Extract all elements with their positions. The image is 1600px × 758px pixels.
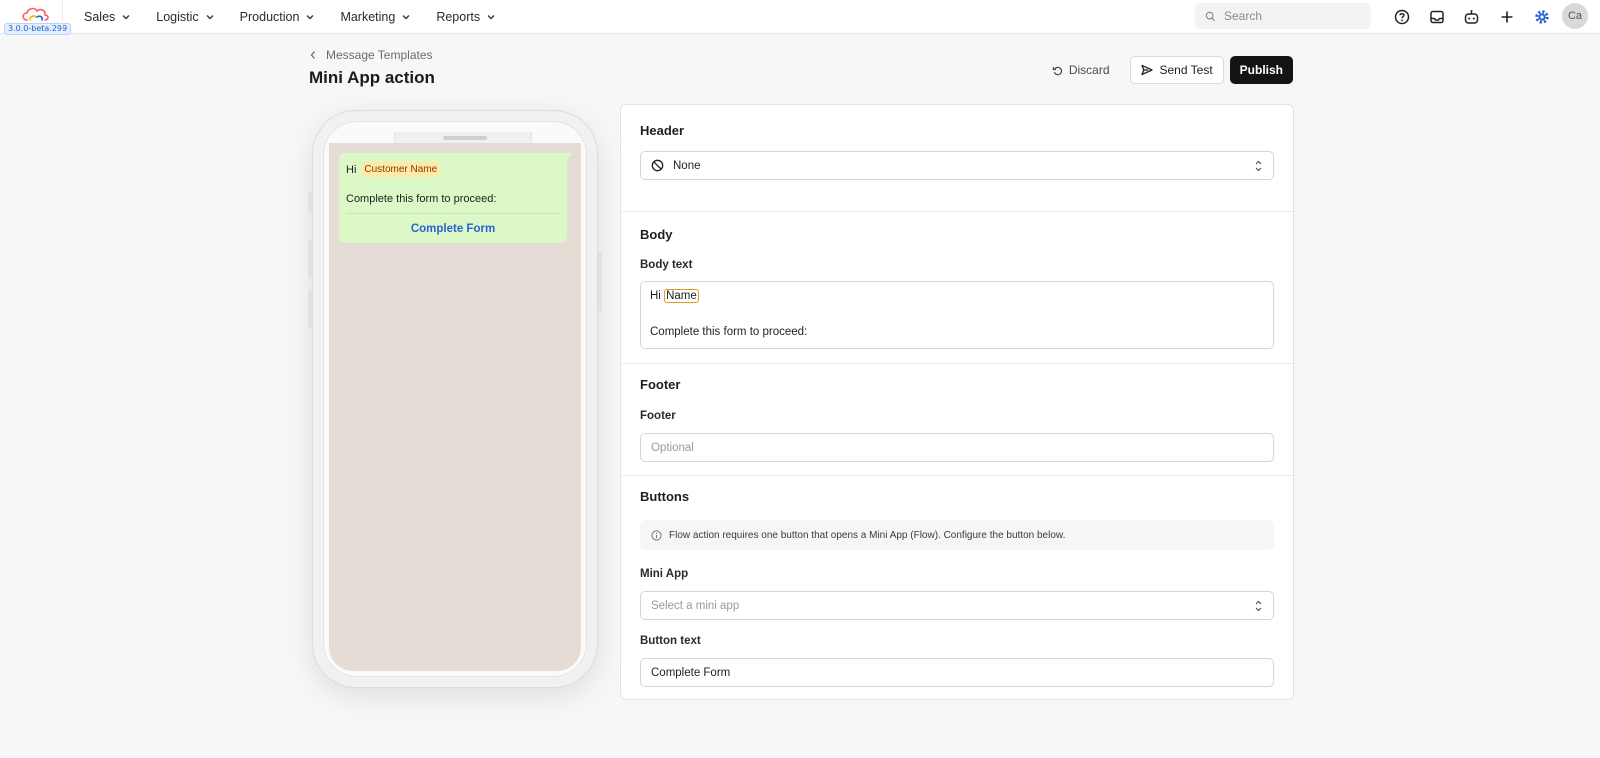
phone-button: [598, 251, 602, 311]
footer-placeholder: Optional: [651, 441, 694, 454]
info-callout: Flow action requires one button that ope…: [640, 520, 1274, 550]
chevron-down-icon: [487, 15, 495, 20]
message-bubble: Hi Customer Name Complete this form to p…: [339, 153, 573, 243]
divider: [621, 211, 1293, 212]
body-line-2: Complete this form to proceed:: [650, 326, 808, 338]
bubble-body: Complete this form to proceed:: [346, 193, 497, 205]
discard-label: Discard: [1068, 63, 1110, 77]
plus-icon: [1501, 11, 1512, 23]
send-test-button[interactable]: Send Test: [1129, 56, 1224, 84]
variable-chip: Customer Name: [362, 162, 440, 177]
body-greeting: Hi: [650, 290, 661, 302]
nav-label: Reports: [436, 10, 481, 24]
chevron-down-icon: [402, 15, 410, 20]
page-title: Mini App action: [309, 68, 435, 87]
mini-app-placeholder: Select a mini app: [651, 599, 740, 612]
nav-production[interactable]: Production: [240, 10, 316, 24]
header-section-title: Header: [640, 123, 685, 138]
body-line-1: Hi Name: [650, 289, 1264, 303]
info-text: Flow action requires one button that ope…: [669, 529, 1066, 541]
ban-icon: [651, 159, 664, 172]
bubble-tail: [563, 153, 573, 163]
button-text-label: Button text: [640, 635, 701, 647]
app-logo[interactable]: 3.0.0-beta.299: [4, 3, 72, 35]
cloud-logo-icon: [22, 7, 49, 21]
header-type-select[interactable]: None: [640, 151, 1274, 180]
search-icon: [1205, 11, 1216, 21]
top-bar: 3.0.0-beta.299 Sales Logistic Production…: [0, 0, 1600, 35]
breadcrumb-label: Message Templates: [326, 48, 433, 62]
body-variable-token[interactable]: Name: [664, 289, 699, 303]
button-text-value: Complete Form: [651, 666, 731, 679]
mini-app-label: Mini App: [640, 568, 689, 580]
nav-label: Logistic: [156, 10, 199, 24]
bubble-cta-button[interactable]: Complete Form: [346, 214, 560, 243]
nav-label: Production: [239, 10, 300, 24]
bot-icon: [1464, 10, 1479, 24]
divider: [621, 363, 1293, 364]
body-text-label: Body text: [640, 259, 693, 271]
button-text-input[interactable]: Complete Form: [640, 658, 1274, 687]
help-icon: [1394, 9, 1409, 25]
inbox-button[interactable]: [1419, 0, 1454, 34]
header-type-value: None: [673, 159, 701, 172]
settings-button[interactable]: [1524, 0, 1559, 34]
help-button[interactable]: [1384, 0, 1419, 34]
send-test-label: Send Test: [1159, 63, 1213, 77]
chevron-down-icon: [206, 15, 214, 20]
header-actions: Discard Send Test Publish: [1038, 56, 1293, 84]
footer-section-title: Footer: [640, 377, 681, 392]
send-icon: [1140, 64, 1153, 76]
body-section-title: Body: [640, 227, 673, 242]
mini-app-select[interactable]: Select a mini app: [640, 591, 1274, 620]
phone-button: [308, 191, 312, 213]
phone-speaker: [443, 136, 487, 140]
nav-label: Sales: [84, 10, 116, 24]
discard-button[interactable]: Discard: [1038, 56, 1124, 84]
search-input[interactable]: Search: [1195, 3, 1371, 29]
settings-icon: [1534, 10, 1549, 24]
nav-reports[interactable]: Reports: [436, 10, 496, 24]
bubble-greeting: Hi: [346, 163, 357, 176]
avatar[interactable]: Ca: [1562, 3, 1588, 29]
phone-preview: Hi Customer Name Complete this form to p…: [308, 110, 602, 688]
phone-button: [308, 289, 312, 329]
footer-input[interactable]: Optional: [640, 433, 1274, 462]
info-icon: [651, 529, 662, 541]
inbox-icon: [1429, 10, 1444, 24]
nav-label: Marketing: [340, 10, 396, 24]
top-icon-bar: [1384, 0, 1559, 34]
buttons-section-title: Buttons: [640, 489, 690, 504]
body-text-input[interactable]: Hi Name Complete this form to proceed:: [640, 281, 1274, 349]
divider: [62, 0, 63, 34]
nav-marketing[interactable]: Marketing: [340, 10, 411, 24]
chevron-up-down-icon: [1255, 600, 1262, 612]
main-nav: Sales Logistic Production Marketing Repo…: [84, 0, 521, 34]
nav-sales[interactable]: Sales: [84, 10, 131, 24]
breadcrumb[interactable]: Message Templates: [309, 48, 433, 62]
chevron-left-icon: [310, 51, 315, 59]
publish-button[interactable]: Publish: [1229, 56, 1293, 84]
search-placeholder: Search: [1224, 9, 1263, 23]
chat-screen: Hi Customer Name Complete this form to p…: [329, 143, 581, 671]
undo-icon: [1052, 66, 1062, 75]
phone-button: [308, 239, 312, 279]
add-button[interactable]: [1489, 0, 1524, 34]
chevron-up-down-icon: [1255, 160, 1262, 172]
chevron-down-icon: [122, 15, 130, 20]
footer-label: Footer: [640, 410, 676, 422]
chevron-down-icon: [306, 15, 314, 20]
divider: [621, 475, 1293, 476]
bubble-greeting-line: Hi Customer Name: [346, 162, 560, 177]
bot-button[interactable]: [1454, 0, 1489, 34]
template-form: Header None Body Body text Hi Name Compl…: [620, 104, 1294, 700]
nav-logistic[interactable]: Logistic: [156, 10, 214, 24]
